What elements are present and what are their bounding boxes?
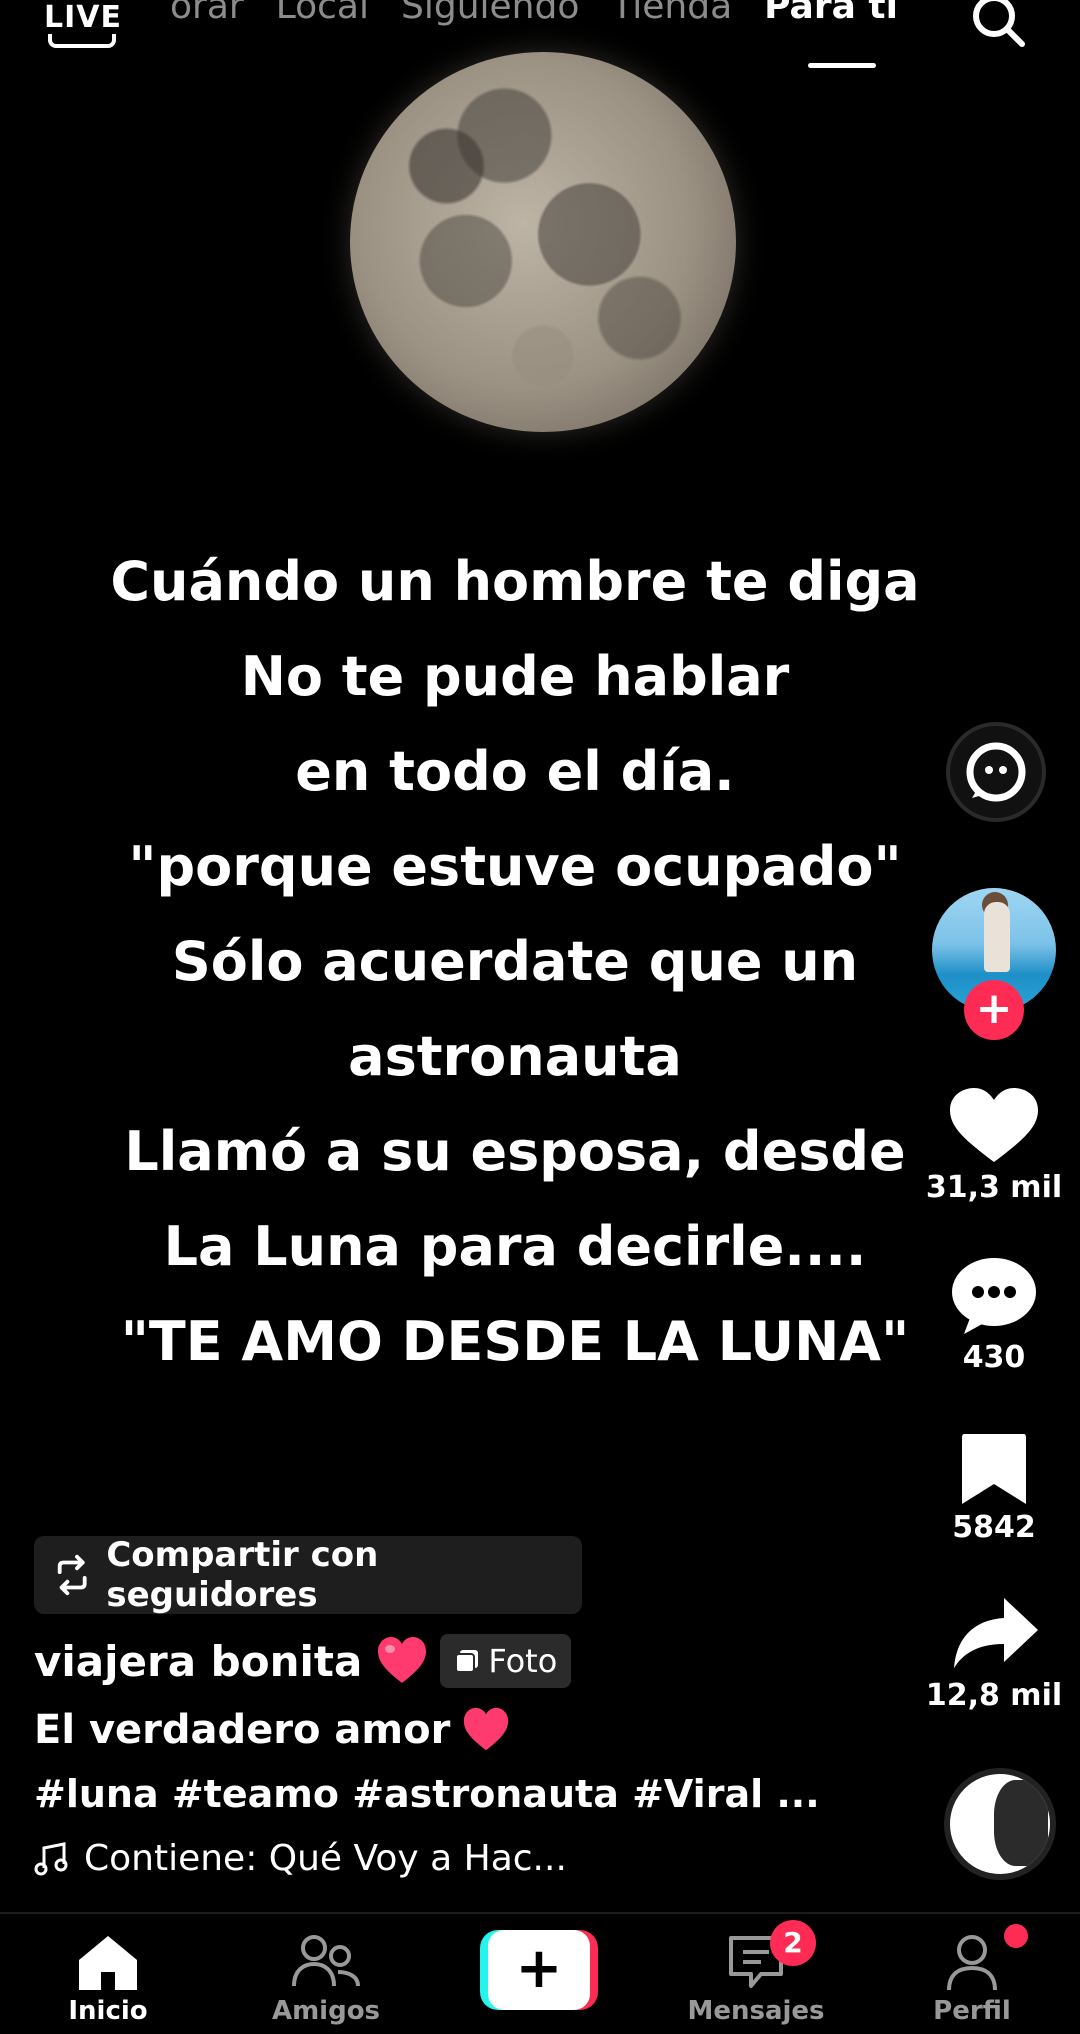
active-tab-indicator [808, 63, 876, 68]
follow-button[interactable]: + [964, 980, 1024, 1040]
repost-icon [57, 1554, 87, 1596]
comment-button[interactable]: 430 [914, 1256, 1074, 1375]
description-text: El verdadero amor [34, 1707, 451, 1753]
heart-icon [950, 1088, 1038, 1162]
nav-label: Amigos [271, 1996, 381, 2026]
share-count: 12,8 mil [925, 1678, 1063, 1713]
hashtags[interactable]: #luna #teamo #astronauta #Viral ... [34, 1772, 820, 1816]
save-button[interactable]: 5842 [914, 1430, 1074, 1545]
tab-explorar[interactable]: orar [170, 0, 244, 46]
plus-icon: + [488, 1930, 590, 2010]
quote-line: Sólo acuerdate que un [171, 930, 859, 993]
tab-tienda[interactable]: Tienda [611, 0, 732, 46]
quote-line: No te pude hablar [240, 645, 790, 708]
profile-icon [947, 1935, 997, 1991]
pink-heart-emoji-icon [378, 1637, 427, 1683]
username[interactable]: viajera bonita [34, 1637, 362, 1686]
profile-notification-dot [1004, 1924, 1028, 1948]
live-button[interactable]: LIVE [44, 0, 122, 35]
red-heart-emoji-icon [464, 1707, 509, 1751]
create-button[interactable]: + [480, 1930, 598, 2010]
messages-badge: 2 [770, 1920, 816, 1966]
friends-icon [292, 1935, 360, 1987]
bookmark-icon [962, 1434, 1026, 1504]
comment-icon [952, 1258, 1036, 1334]
home-icon [79, 1936, 137, 1990]
music-disc[interactable] [944, 1768, 1056, 1880]
plus-icon: + [975, 983, 1013, 1034]
nav-amigos[interactable]: Amigos [246, 1932, 406, 2026]
save-count: 5842 [952, 1510, 1036, 1545]
nav-label: Perfil [933, 1996, 1011, 2026]
photo-badge: Foto [440, 1634, 572, 1688]
like-button[interactable]: 31,3 mil [914, 1086, 1074, 1205]
tab-para-ti[interactable]: Para ti [764, 0, 898, 46]
share-button[interactable]: 12,8 mil [914, 1594, 1074, 1713]
live-tv-icon [48, 34, 116, 48]
music-note-icon [34, 1841, 68, 1875]
photo-badge-label: Foto [488, 1642, 558, 1680]
ai-assistant-button[interactable] [946, 722, 1046, 822]
quote-line: Llamó a su esposa, desde [124, 1120, 906, 1183]
like-count: 31,3 mil [925, 1170, 1063, 1205]
nav-label: Inicio [68, 1996, 148, 2026]
share-with-followers-button[interactable]: Compartir con seguidores [34, 1535, 582, 1615]
quote-text: Cuándo un hombre te diga No te pude habl… [100, 534, 930, 1389]
avatar-figure [984, 902, 1010, 972]
tab-siguiendo[interactable]: Siguiendo [401, 0, 579, 46]
quote-line: "porque estuve ocupado" [128, 835, 902, 898]
comment-count: 430 [962, 1340, 1026, 1375]
feed-tabs: orar Local Siguiendo Tienda Para ti [170, 0, 898, 46]
quote-line: "TE AMO DESDE LA LUNA" [120, 1310, 910, 1373]
quote-line: astronauta [348, 1025, 682, 1088]
sound-text: Contiene: Qué Voy a Hac... [84, 1838, 567, 1879]
quote-line: La Luna para decirle.... [163, 1215, 867, 1278]
nav-label: Mensajes [687, 1996, 825, 2026]
nav-perfil[interactable]: Perfil [892, 1932, 1052, 2026]
sound-link[interactable]: Contiene: Qué Voy a Hac... [34, 1838, 567, 1879]
quote-line: en todo el día. [295, 740, 735, 803]
moon-image [350, 52, 736, 432]
username-row: viajera bonita Foto [34, 1634, 572, 1688]
tab-local[interactable]: Local [276, 0, 369, 46]
share-label: Compartir con seguidores [106, 1535, 379, 1615]
quote-line: Cuándo un hombre te diga [110, 550, 920, 613]
post-description: El verdadero amor [34, 1706, 510, 1754]
photo-icon [455, 1650, 479, 1673]
nav-inicio[interactable]: Inicio [28, 1932, 188, 2026]
share-arrow-icon [954, 1598, 1038, 1668]
ai-assistant-icon [966, 742, 1026, 802]
search-icon[interactable] [968, 0, 1028, 50]
disc-artwork [994, 1780, 1048, 1866]
